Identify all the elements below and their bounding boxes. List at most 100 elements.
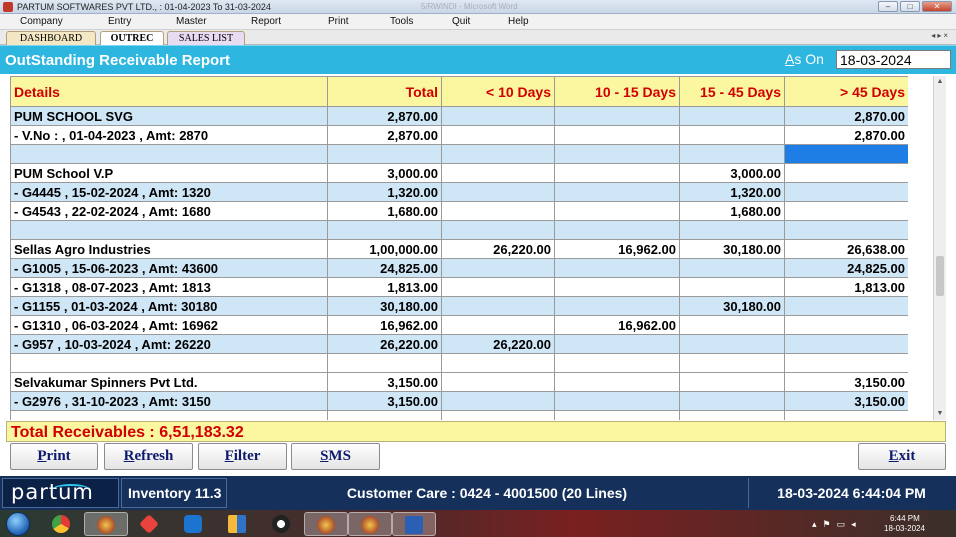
- table-row[interactable]: [10, 220, 908, 240]
- cell-under-10-days[interactable]: [441, 372, 555, 392]
- cell-total[interactable]: 30,180.00: [327, 296, 442, 316]
- cell-under-10-days[interactable]: [441, 182, 555, 202]
- cell-over-45-days[interactable]: [784, 182, 908, 202]
- close-icon[interactable]: ✕: [922, 1, 952, 12]
- column-header-total[interactable]: Total: [327, 76, 442, 107]
- cell-15-45-days[interactable]: [679, 258, 785, 278]
- cell-total[interactable]: 3,150.00: [327, 372, 442, 392]
- cell-15-45-days[interactable]: [679, 277, 785, 297]
- cell-10-15-days[interactable]: [554, 334, 680, 354]
- cell-details[interactable]: PUM School V.P: [10, 163, 328, 183]
- cell-15-45-days[interactable]: [679, 125, 785, 145]
- cell-over-45-days[interactable]: 1,813.00: [784, 277, 908, 297]
- cell-total[interactable]: 16,962.00: [327, 315, 442, 335]
- cell-15-45-days[interactable]: 30,180.00: [679, 296, 785, 316]
- cell-over-45-days[interactable]: [784, 201, 908, 221]
- cell-over-45-days[interactable]: [784, 410, 908, 420]
- cell-details[interactable]: - G4543 , 22-02-2024 , Amt: 1680: [10, 201, 328, 221]
- table-row[interactable]: - G1310 , 06-03-2024 , Amt: 16962 16,962.…: [10, 315, 908, 335]
- cell-details[interactable]: Sellas Agro Industries: [10, 239, 328, 259]
- cell-10-15-days[interactable]: [554, 353, 680, 373]
- tab-scroll-arrows-icon[interactable]: ◂▸×: [931, 31, 950, 40]
- cell-under-10-days[interactable]: [441, 410, 555, 420]
- word-icon[interactable]: [392, 512, 436, 536]
- anydesk-icon[interactable]: [128, 512, 172, 536]
- exit-button[interactable]: Exit: [858, 443, 946, 470]
- minimize-icon[interactable]: –: [878, 1, 898, 12]
- maximize-icon[interactable]: □: [900, 1, 920, 12]
- cell-total[interactable]: 2,870.00: [327, 125, 442, 145]
- sms-button[interactable]: SMS: [291, 443, 380, 470]
- cell-details[interactable]: [10, 410, 328, 420]
- print-button[interactable]: Print: [10, 443, 98, 470]
- cell-total[interactable]: [327, 144, 442, 164]
- scroll-thumb[interactable]: [936, 256, 944, 296]
- menu-tools[interactable]: Tools: [390, 16, 413, 27]
- cell-over-45-days[interactable]: 3,150.00: [784, 372, 908, 392]
- clock-date[interactable]: 18-03-2024: [884, 524, 925, 533]
- scroll-up-icon[interactable]: ▲: [934, 76, 946, 88]
- cell-10-15-days[interactable]: [554, 410, 680, 420]
- chrome-icon[interactable]: [40, 512, 84, 536]
- cell-total[interactable]: 3,000.00: [327, 163, 442, 183]
- cell-10-15-days[interactable]: [554, 372, 680, 392]
- cell-details[interactable]: Selvakumar Spinners Pvt Ltd.: [10, 372, 328, 392]
- tab-outrec[interactable]: OUTREC: [100, 31, 164, 45]
- table-row[interactable]: Sellas Agro Industries 1,00,000.00 26,220.…: [10, 239, 908, 259]
- cell-10-15-days[interactable]: 16,962.00: [554, 315, 680, 335]
- tab-sales-list[interactable]: SALES LIST: [167, 31, 245, 45]
- cell-under-10-days[interactable]: [441, 163, 555, 183]
- cell-10-15-days[interactable]: [554, 391, 680, 411]
- cell-under-10-days[interactable]: [441, 144, 555, 164]
- table-row[interactable]: - G1005 , 15-06-2023 , Amt: 43600 24,825.…: [10, 258, 908, 278]
- tray-icons[interactable]: ▴⚑▭◂: [812, 519, 862, 530]
- remote-icon[interactable]: [260, 512, 304, 536]
- table-row[interactable]: [10, 144, 908, 164]
- cell-under-10-days[interactable]: [441, 258, 555, 278]
- cell-over-45-days[interactable]: [784, 353, 908, 373]
- table-row[interactable]: PUM School V.P 3,000.00 3,000.00: [10, 163, 908, 183]
- cell-under-10-days[interactable]: [441, 296, 555, 316]
- cell-10-15-days[interactable]: [554, 106, 680, 126]
- cell-details[interactable]: - G2976 , 31-10-2023 , Amt: 3150: [10, 391, 328, 411]
- cell-15-45-days[interactable]: [679, 334, 785, 354]
- windows-start-icon[interactable]: [6, 512, 30, 536]
- cell-details[interactable]: PUM SCHOOL SVG: [10, 106, 328, 126]
- cell-under-10-days[interactable]: [441, 125, 555, 145]
- cell-total[interactable]: [327, 220, 442, 240]
- cell-10-15-days[interactable]: [554, 163, 680, 183]
- cell-over-45-days[interactable]: 2,870.00: [784, 106, 908, 126]
- cell-over-45-days[interactable]: [784, 220, 908, 240]
- cell-total[interactable]: 1,00,000.00: [327, 239, 442, 259]
- cell-over-45-days[interactable]: [784, 163, 908, 183]
- scroll-down-icon[interactable]: ▼: [934, 408, 946, 420]
- table-row[interactable]: - G2976 , 31-10-2023 , Amt: 3150 3,150.00…: [10, 391, 908, 411]
- column-header-over-45-days[interactable]: > 45 Days: [784, 76, 908, 107]
- cell-over-45-days[interactable]: 26,638.00: [784, 239, 908, 259]
- cell-details[interactable]: - G1310 , 06-03-2024 , Amt: 16962: [10, 315, 328, 335]
- cell-details[interactable]: [10, 220, 328, 240]
- selected-cell[interactable]: [784, 144, 908, 164]
- cell-under-10-days[interactable]: [441, 353, 555, 373]
- table-row[interactable]: - G4543 , 22-02-2024 , Amt: 1680 1,680.00…: [10, 201, 908, 221]
- cell-10-15-days[interactable]: [554, 182, 680, 202]
- cell-over-45-days[interactable]: 3,150.00: [784, 391, 908, 411]
- cell-details[interactable]: - V.No : , 01-04-2023 , Amt: 2870: [10, 125, 328, 145]
- cell-over-45-days[interactable]: [784, 296, 908, 316]
- vertical-scrollbar[interactable]: ▲ ▼: [933, 76, 946, 420]
- cell-under-10-days[interactable]: [441, 106, 555, 126]
- cell-total[interactable]: 24,825.00: [327, 258, 442, 278]
- cell-under-10-days[interactable]: [441, 277, 555, 297]
- cell-10-15-days[interactable]: [554, 277, 680, 297]
- table-row[interactable]: - G957 , 10-03-2024 , Amt: 26220 26,220.0…: [10, 334, 908, 354]
- cell-details[interactable]: - G1318 , 08-07-2023 , Amt: 1813: [10, 277, 328, 297]
- cell-total[interactable]: 3,150.00: [327, 391, 442, 411]
- cell-over-45-days[interactable]: [784, 334, 908, 354]
- cell-15-45-days[interactable]: [679, 372, 785, 392]
- cell-under-10-days[interactable]: [441, 391, 555, 411]
- cell-over-45-days[interactable]: [784, 315, 908, 335]
- cell-details[interactable]: - G4445 , 15-02-2024 , Amt: 1320: [10, 182, 328, 202]
- menu-print[interactable]: Print: [328, 16, 349, 27]
- cell-details[interactable]: - G1005 , 15-06-2023 , Amt: 43600: [10, 258, 328, 278]
- cell-10-15-days[interactable]: [554, 220, 680, 240]
